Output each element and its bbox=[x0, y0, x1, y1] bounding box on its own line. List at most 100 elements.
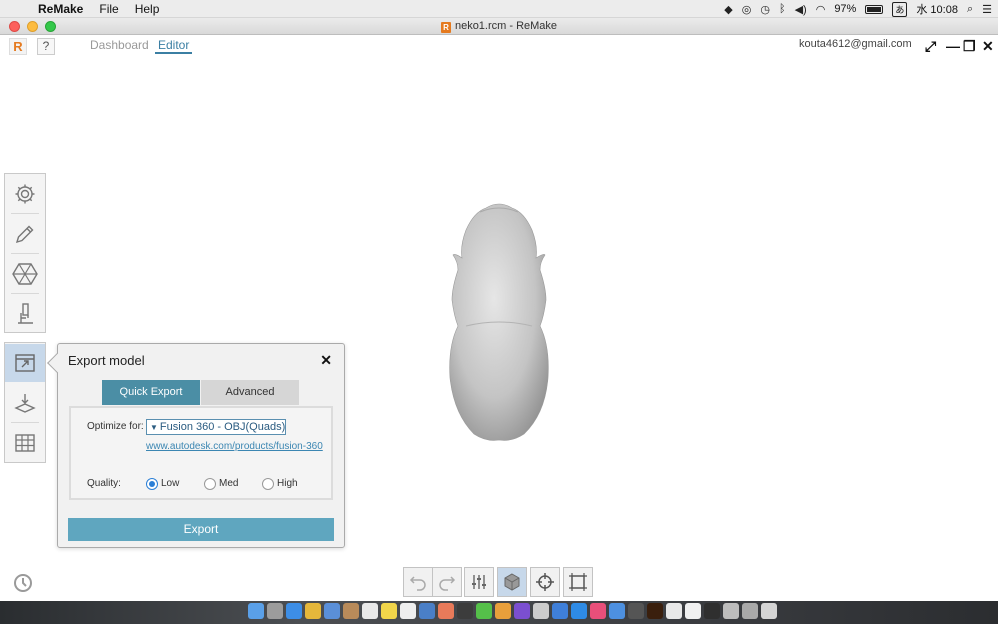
system-preferences-icon[interactable] bbox=[609, 603, 625, 619]
export-icon bbox=[15, 354, 35, 372]
expand-icon[interactable]: ⤢ bbox=[925, 38, 936, 55]
status-tray: ◆ ◎ ◷ ᛒ ◀) ◠ 97% あ 水 10:08 ⌕ ☰ bbox=[724, 0, 992, 18]
help-icon[interactable] bbox=[457, 603, 473, 619]
reminders-icon[interactable] bbox=[400, 603, 416, 619]
analyze-tool-button[interactable] bbox=[5, 295, 45, 333]
clock[interactable]: 水 10:08 bbox=[916, 1, 958, 17]
gear-icon bbox=[15, 184, 35, 204]
volume-icon[interactable]: ◀) bbox=[795, 3, 807, 16]
messages-icon[interactable] bbox=[476, 603, 492, 619]
battery-icon[interactable] bbox=[865, 4, 884, 14]
tab-dashboard[interactable]: Dashboard bbox=[90, 38, 149, 52]
remake-doc-icon: R bbox=[440, 22, 451, 33]
grid-icon bbox=[15, 434, 35, 452]
quick-export-panel: Optimize for: ▼ Fusion 360 - OBJ(Quads) w… bbox=[69, 406, 333, 500]
illustrator-icon[interactable] bbox=[647, 603, 663, 619]
bluetooth-icon[interactable]: ᛒ bbox=[779, 3, 786, 15]
battery-percent[interactable]: 97% bbox=[834, 3, 856, 15]
remake-logo[interactable]: R bbox=[9, 38, 27, 55]
minimize-icon[interactable]: — bbox=[946, 38, 960, 54]
edit-tool-button[interactable] bbox=[5, 215, 45, 253]
close-icon[interactable]: ✕ bbox=[982, 38, 994, 55]
export-model-dialog: Export model ✕ Quick Export Advanced Opt… bbox=[47, 343, 345, 548]
downloads-stack-icon[interactable] bbox=[742, 603, 758, 619]
optimize-label: Optimize for: bbox=[87, 421, 144, 432]
redo-button[interactable] bbox=[432, 567, 462, 597]
terminal-icon[interactable] bbox=[628, 603, 644, 619]
sliders-icon bbox=[472, 575, 486, 589]
optimize-select[interactable]: ▼ Fusion 360 - OBJ(Quads) bbox=[146, 419, 286, 435]
app-store-icon[interactable] bbox=[571, 603, 587, 619]
chrome-icon[interactable] bbox=[305, 603, 321, 619]
creative-cloud-icon[interactable]: ◎ bbox=[742, 3, 752, 16]
photos-icon[interactable] bbox=[438, 603, 454, 619]
sync-icon[interactable] bbox=[13, 573, 33, 593]
export-button[interactable]: Export bbox=[68, 518, 334, 541]
menu-file[interactable]: File bbox=[91, 2, 126, 16]
remake-dock-icon[interactable] bbox=[685, 603, 701, 619]
notes-icon[interactable] bbox=[381, 603, 397, 619]
print-tool-button[interactable] bbox=[5, 384, 45, 422]
finder-icon[interactable] bbox=[248, 603, 264, 619]
divider bbox=[11, 422, 39, 423]
dock-icons bbox=[248, 603, 777, 622]
left-toolbar-top bbox=[4, 173, 46, 333]
restore-icon[interactable]: ❐ bbox=[963, 38, 976, 55]
3d-model-viewport[interactable] bbox=[446, 200, 552, 442]
safari-icon[interactable] bbox=[286, 603, 302, 619]
app-header: R ? Dashboard Editor kouta4612@gmail.com… bbox=[0, 35, 998, 57]
documents-stack-icon[interactable] bbox=[723, 603, 739, 619]
fit-view-button[interactable] bbox=[563, 567, 593, 597]
itunes-icon[interactable] bbox=[590, 603, 606, 619]
settings-tool-button[interactable] bbox=[5, 175, 45, 213]
quality-med-radio[interactable] bbox=[204, 478, 216, 490]
imovie-icon[interactable] bbox=[514, 603, 530, 619]
tab-quick-export[interactable]: Quick Export bbox=[102, 380, 200, 405]
print-3d-icon bbox=[14, 394, 36, 413]
active-tab-indicator bbox=[155, 52, 192, 54]
edge-icon[interactable] bbox=[552, 603, 568, 619]
ibooks-icon[interactable] bbox=[495, 603, 511, 619]
help-button[interactable]: ? bbox=[37, 38, 55, 55]
quality-low-label[interactable]: Low bbox=[161, 478, 179, 489]
mesh-tool-button[interactable] bbox=[5, 255, 45, 293]
left-toolbar-bottom bbox=[4, 342, 46, 463]
trash-icon[interactable] bbox=[761, 603, 777, 619]
wifi-icon[interactable]: ◠ bbox=[816, 3, 826, 16]
window-title-text: neko1.rcm - ReMake bbox=[454, 20, 558, 32]
fusion-link[interactable]: www.autodesk.com/products/fusion-360 bbox=[146, 441, 323, 452]
quality-high-radio[interactable] bbox=[262, 478, 274, 490]
tab-advanced[interactable]: Advanced bbox=[201, 380, 299, 405]
view-solid-button[interactable] bbox=[497, 567, 527, 597]
window-title: Rneko1.rcm - ReMake bbox=[0, 20, 998, 33]
close-icon[interactable]: ✕ bbox=[320, 352, 332, 369]
export-tool-button[interactable] bbox=[5, 344, 45, 382]
preview-icon[interactable] bbox=[419, 603, 435, 619]
crosshair-icon bbox=[536, 573, 554, 591]
quality-low-radio[interactable] bbox=[146, 478, 158, 490]
time-machine-icon[interactable]: ◷ bbox=[760, 3, 770, 16]
input-method[interactable]: あ bbox=[892, 1, 908, 17]
calendar-icon[interactable] bbox=[362, 603, 378, 619]
tab-editor[interactable]: Editor bbox=[158, 38, 189, 52]
launchpad-icon[interactable] bbox=[267, 603, 283, 619]
optimize-select-value: Fusion 360 - OBJ(Quads) bbox=[159, 421, 286, 433]
contacts-icon[interactable] bbox=[343, 603, 359, 619]
quality-high-label[interactable]: High bbox=[277, 478, 298, 489]
menu-help[interactable]: Help bbox=[127, 2, 168, 16]
dropbox-icon[interactable]: ◆ bbox=[724, 3, 732, 16]
grid-tool-button[interactable] bbox=[5, 424, 45, 462]
menu-app-name[interactable]: ReMake bbox=[30, 2, 91, 16]
maps-icon[interactable] bbox=[533, 603, 549, 619]
mail-icon[interactable] bbox=[324, 603, 340, 619]
notification-center-icon[interactable]: ☰ bbox=[982, 3, 992, 16]
quality-med-label[interactable]: Med bbox=[219, 478, 238, 489]
redo-icon bbox=[439, 576, 456, 591]
spotlight-icon[interactable]: ⌕ bbox=[967, 3, 973, 16]
user-email[interactable]: kouta4612@gmail.com bbox=[799, 38, 912, 50]
undo-icon bbox=[409, 576, 426, 591]
center-view-button[interactable] bbox=[530, 567, 560, 597]
adjust-button[interactable] bbox=[464, 567, 494, 597]
fusion-360-icon[interactable] bbox=[666, 603, 682, 619]
undo-button[interactable] bbox=[403, 567, 433, 597]
